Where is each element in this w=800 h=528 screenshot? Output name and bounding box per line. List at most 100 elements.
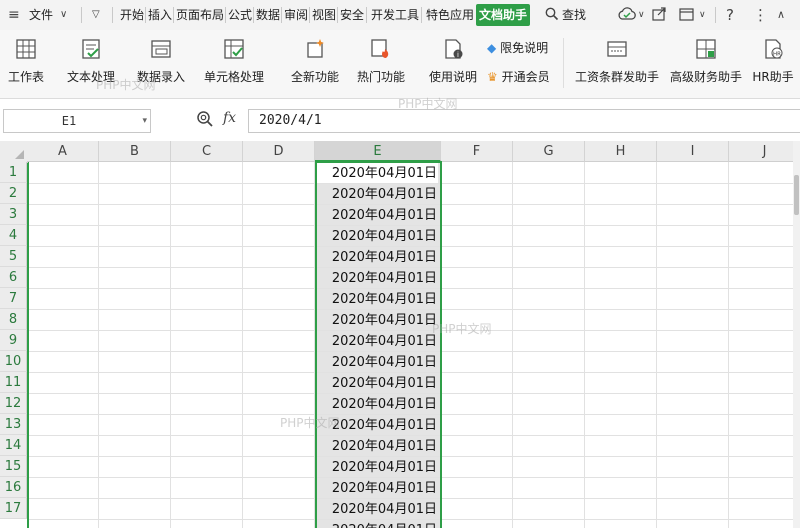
- row-header[interactable]: 9: [0, 330, 27, 351]
- cell-processing-button[interactable]: 单元格处理: [198, 36, 270, 92]
- more-icon[interactable]: ⋮: [753, 0, 768, 30]
- row-header[interactable]: 5: [0, 246, 27, 267]
- row-header[interactable]: 8: [0, 309, 27, 330]
- calendar-icon[interactable]: [679, 0, 695, 30]
- limited-free-button[interactable]: ◆ 限免说明: [487, 38, 548, 58]
- menu-separator: [112, 7, 113, 23]
- menu-separator: [225, 7, 226, 23]
- column-gridline: [170, 162, 171, 528]
- share-icon[interactable]: [652, 0, 667, 30]
- row-header[interactable]: 17: [0, 498, 27, 519]
- payslip-icon: [607, 41, 627, 57]
- cloud-sync-icon[interactable]: [618, 0, 636, 30]
- spreadsheet-grid[interactable]: ABCDEFGHIJ 1 2 3 4 5 6 7 8 9 10 11 12 13 14 15 16 17 202…: [0, 141, 800, 528]
- row-header[interactable]: 12: [0, 393, 27, 414]
- svg-text:i: i: [457, 51, 459, 59]
- zoom-icon[interactable]: [196, 110, 214, 128]
- tab-home[interactable]: 开始: [120, 0, 144, 30]
- cell-check-icon: [224, 39, 244, 59]
- menu-separator: [253, 7, 254, 23]
- row-header[interactable]: 7: [0, 288, 27, 309]
- row-header[interactable]: 13: [0, 414, 27, 435]
- watermark: PHP中文网: [280, 416, 340, 430]
- menu-separator: [281, 7, 282, 23]
- column-gridline: [512, 162, 513, 528]
- column-header-i[interactable]: I: [657, 141, 729, 162]
- worksheet-button[interactable]: 工作表: [4, 36, 48, 92]
- column-header-d[interactable]: D: [243, 141, 315, 162]
- tab-special-apps[interactable]: 特色应用: [426, 0, 474, 30]
- search-icon[interactable]: [545, 0, 559, 30]
- tab-doc-assistant[interactable]: 文档助手: [476, 4, 531, 26]
- new-features-button[interactable]: 全新功能: [284, 36, 346, 92]
- flame-icon: [371, 39, 389, 58]
- menu-bar: ≡ 文件 ∨ ▽ 开始 插入 页面布局 公式 数据 审阅 视图 安全 开发工具 …: [0, 0, 800, 30]
- row-header[interactable]: 16: [0, 477, 27, 498]
- tab-formulas[interactable]: 公式: [228, 0, 252, 30]
- ribbon-divider: [563, 38, 564, 88]
- instructions-button[interactable]: i 使用说明: [426, 36, 480, 92]
- finance-icon: [696, 39, 716, 59]
- text-check-icon: [82, 39, 100, 59]
- row-header[interactable]: 1: [0, 162, 27, 183]
- menu-separator: [421, 7, 422, 23]
- worksheet-icon: [16, 39, 36, 59]
- row-header[interactable]: 4: [0, 225, 27, 246]
- chevron-down-icon[interactable]: ▾: [142, 110, 147, 132]
- vertical-scrollbar[interactable]: [793, 141, 800, 528]
- tab-security[interactable]: 安全: [340, 0, 364, 30]
- column-header-e[interactable]: E: [315, 141, 441, 162]
- row-header[interactable]: 10: [0, 351, 27, 372]
- name-box[interactable]: E1 ▾: [3, 109, 151, 133]
- column-header-c[interactable]: C: [171, 141, 243, 162]
- selection-border: [315, 161, 442, 528]
- column-header-j[interactable]: J: [729, 141, 800, 162]
- vip-button[interactable]: ♛ 开通会员: [487, 67, 550, 87]
- tab-developer[interactable]: 开发工具: [371, 0, 419, 30]
- column-header-a[interactable]: A: [27, 141, 99, 162]
- tab-data[interactable]: 数据: [256, 0, 280, 30]
- chevron-down-icon[interactable]: ∨: [699, 0, 706, 30]
- hamburger-icon[interactable]: ≡: [8, 0, 20, 30]
- chevron-down-icon[interactable]: ∨: [638, 0, 645, 30]
- collapse-ribbon-icon[interactable]: ∧: [777, 0, 785, 30]
- column-gridline: [584, 162, 585, 528]
- tab-page-layout[interactable]: 页面布局: [176, 0, 224, 30]
- search-button[interactable]: 查找: [562, 0, 586, 30]
- hr-assistant-button[interactable]: HR HR助手: [750, 36, 796, 92]
- scrollbar-thumb[interactable]: [794, 175, 799, 215]
- chevron-down-icon[interactable]: ∨: [60, 0, 67, 30]
- help-icon[interactable]: ?: [726, 0, 734, 30]
- menu-separator: [715, 7, 716, 23]
- row-header[interactable]: 11: [0, 372, 27, 393]
- watermark: PHP中文网: [96, 78, 156, 92]
- hot-features-button[interactable]: 热门功能: [352, 36, 410, 92]
- column-header-b[interactable]: B: [99, 141, 171, 162]
- column-gridline: [242, 162, 243, 528]
- formula-input[interactable]: 2020/4/1: [248, 109, 800, 133]
- column-gridline: [98, 162, 99, 528]
- data-entry-icon: [151, 40, 171, 58]
- column-header-h[interactable]: H: [585, 141, 657, 162]
- document-info-icon: i: [445, 39, 463, 59]
- row-selection-indicator: [27, 162, 29, 528]
- quick-access-dropdown-icon[interactable]: ▽: [92, 0, 100, 30]
- tab-review[interactable]: 审阅: [284, 0, 308, 30]
- tab-view[interactable]: 视图: [312, 0, 336, 30]
- payslip-assistant-button[interactable]: 工资条群发助手: [574, 36, 660, 92]
- watermark: PHP中文网: [432, 322, 492, 336]
- row-header[interactable]: 3: [0, 204, 27, 225]
- row-header[interactable]: 14: [0, 435, 27, 456]
- tab-insert[interactable]: 插入: [148, 0, 172, 30]
- select-all-corner[interactable]: [0, 141, 28, 163]
- svg-text:HR: HR: [773, 52, 781, 58]
- column-header-f[interactable]: F: [441, 141, 513, 162]
- menu-separator: [309, 7, 310, 23]
- finance-assistant-button[interactable]: 高级财务助手: [668, 36, 744, 92]
- fx-icon[interactable]: fx: [223, 110, 236, 126]
- row-header[interactable]: 6: [0, 267, 27, 288]
- file-menu[interactable]: 文件: [29, 0, 53, 30]
- row-header[interactable]: 15: [0, 456, 27, 477]
- row-header[interactable]: 2: [0, 183, 27, 204]
- column-header-g[interactable]: G: [513, 141, 585, 162]
